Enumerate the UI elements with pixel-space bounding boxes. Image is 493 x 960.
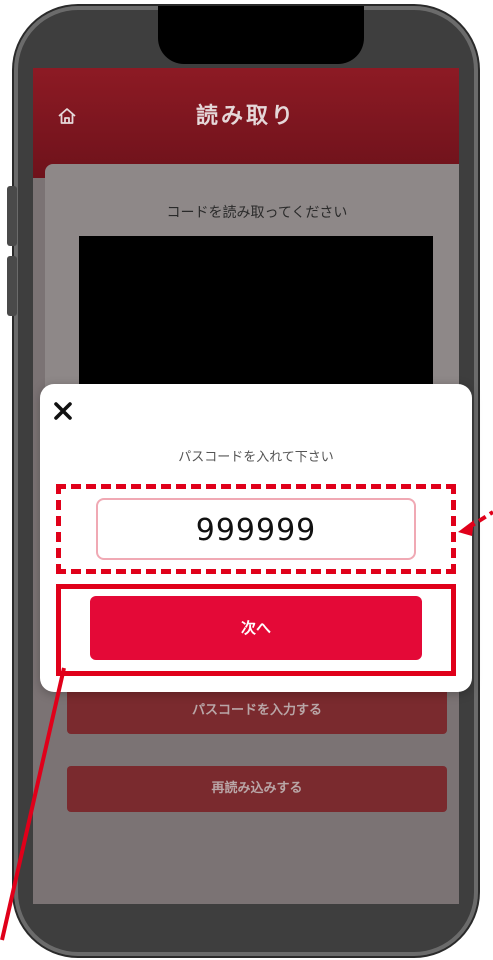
passcode-input-button[interactable]: パスコードを入力する: [67, 688, 447, 734]
phone-notch: [158, 6, 364, 64]
volume-down-button: [7, 256, 17, 316]
page-title: 読み取り: [195, 104, 296, 129]
dialog-prompt: パスコードを入れて下さい: [178, 450, 334, 465]
scan-instruction: コードを読み取ってください: [166, 205, 348, 221]
next-button-highlight-box: [56, 584, 456, 676]
close-icon[interactable]: [54, 402, 72, 420]
app-header: 読み取り: [33, 68, 459, 178]
rescan-button[interactable]: 再読み込みする: [67, 766, 447, 812]
volume-up-button: [7, 186, 17, 246]
passcode-highlight-box: [56, 484, 456, 574]
